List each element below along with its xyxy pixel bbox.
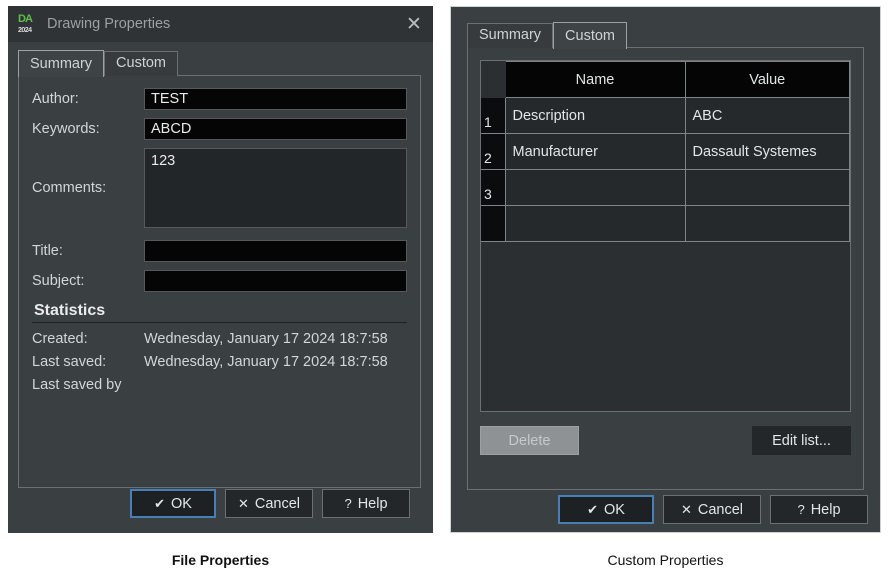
comments-row: Comments: [32,148,407,228]
cancel-button-label: Cancel [254,495,301,512]
dialog-titlebar: DA 2024 Drawing Properties ✕ [8,6,433,42]
last-saved-row: Last saved: Wednesday, January 17 2024 1… [32,354,407,370]
summary-tab-panel: Author: Keywords: Comments: Title: Subje… [18,75,421,488]
last-saved-value: Wednesday, January 17 2024 18:7:58 [144,354,388,370]
filler-value [684,205,850,242]
question-mark-icon: ? [344,496,352,511]
keywords-input[interactable] [144,118,407,140]
help-button[interactable]: ? Help [322,489,410,518]
check-icon: ✔ [587,502,598,517]
table-row[interactable]: 3 [481,169,850,206]
author-input[interactable] [144,88,407,110]
last-saved-by-row: Last saved by [32,377,407,393]
subject-input[interactable] [144,270,407,292]
row-value-cell[interactable]: ABC [684,97,850,134]
help-button-label: Help [357,495,388,512]
comments-label: Comments: [32,180,107,196]
comments-textarea[interactable] [144,148,407,228]
table-header-value[interactable]: Value [684,61,850,98]
right-tabstrip: Summary Custom [467,22,880,49]
keywords-row: Keywords: [32,118,407,140]
author-row: Author: [32,88,407,110]
ok-button-label: OK [170,495,192,512]
edit-list-button-label: Edit list... [772,432,831,449]
tab-custom-right[interactable]: Custom [553,22,628,49]
application-icon: DA 2024 [18,13,38,35]
statistics-heading: Statistics [34,302,106,319]
custom-properties-dialog: Summary Custom Name Value 1 Description … [450,6,881,533]
dialog-title: Drawing Properties [47,16,171,32]
summary-form: Author: Keywords: Comments: Title: Subje… [19,76,420,410]
close-icon[interactable]: ✕ [401,11,427,37]
keywords-label: Keywords: [32,121,100,137]
tab-summary[interactable]: Summary [18,50,105,77]
created-value: Wednesday, January 17 2024 18:7:58 [144,331,388,347]
file-properties-dialog: DA 2024 Drawing Properties ✕ Summary Cus… [8,6,433,533]
custom-tab-panel: Name Value 1 Description ABC 2 Manufactu… [467,47,864,490]
subject-label: Subject: [32,273,85,289]
row-value-cell[interactable]: Dassault Systemes [684,133,850,170]
row-name-cell[interactable]: Manufacturer [504,133,686,170]
list-action-row: Delete Edit list... [480,426,851,455]
app-icon-year: 2024 [18,27,32,34]
last-saved-by-label: Last saved by [32,377,122,393]
created-label: Created: [32,331,88,347]
created-row: Created: Wednesday, January 17 2024 18:7… [32,331,407,347]
filler-name [504,205,686,242]
tab-summary-right[interactable]: Summary [467,23,554,48]
app-icon-glyph: DA [18,13,33,25]
tab-custom[interactable]: Custom [104,51,179,76]
row-name-cell[interactable] [504,169,686,206]
last-saved-label: Last saved: [32,354,107,370]
right-caption: Custom Properties [607,552,724,568]
edit-list-button[interactable]: Edit list... [752,426,851,455]
custom-properties-table: Name Value 1 Description ABC 2 Manufactu… [481,61,850,242]
title-row: Title: [32,240,407,262]
help-button-right[interactable]: ? Help [770,495,868,524]
statistics-divider [32,322,407,323]
ok-button[interactable]: ✔ OK [130,489,216,518]
left-button-row: ✔ OK ✕ Cancel ? Help [130,489,410,518]
table-header-gutter [481,61,506,98]
left-tabstrip: Summary Custom [18,50,433,77]
row-number: 2 [481,133,506,170]
question-mark-icon: ? [797,502,805,517]
table-empty-area [481,205,850,242]
right-button-row: ✔ OK ✕ Cancel ? Help [558,495,868,524]
table-header-name[interactable]: Name [504,61,686,98]
cancel-button[interactable]: ✕ Cancel [225,489,313,518]
delete-button[interactable]: Delete [480,426,579,455]
filler-gutter [481,205,506,242]
cancel-button-right[interactable]: ✕ Cancel [663,495,761,524]
check-icon: ✔ [154,496,165,511]
custom-properties-table-wrapper[interactable]: Name Value 1 Description ABC 2 Manufactu… [480,60,851,412]
row-value-cell[interactable] [684,169,850,206]
table-row[interactable]: 2 Manufacturer Dassault Systemes [481,133,850,170]
ok-button-right[interactable]: ✔ OK [558,495,654,524]
row-name-cell[interactable]: Description [504,97,686,134]
author-label: Author: [32,91,79,107]
title-input[interactable] [144,240,407,262]
close-x-icon: ✕ [237,496,249,511]
delete-button-label: Delete [508,432,551,449]
ok-button-label: OK [603,501,625,518]
left-caption: File Properties [171,552,270,568]
table-header-row: Name Value [481,61,850,98]
row-number: 1 [481,97,506,134]
table-row[interactable]: 1 Description ABC [481,97,850,134]
row-number: 3 [481,169,506,206]
help-button-label: Help [810,501,841,518]
title-label: Title: [32,243,63,259]
subject-row: Subject: [32,270,407,292]
cancel-button-label: Cancel [697,501,744,518]
close-x-icon: ✕ [680,502,692,517]
